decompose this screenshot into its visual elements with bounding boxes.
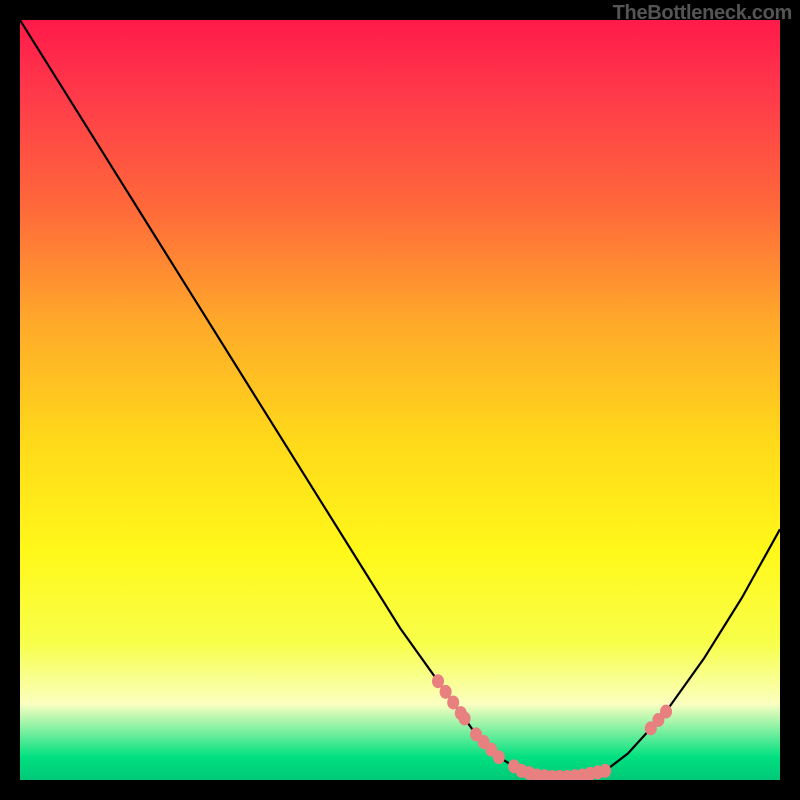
data-point xyxy=(599,764,611,778)
data-point xyxy=(660,705,672,719)
data-points xyxy=(432,674,672,780)
chart-background xyxy=(20,20,780,780)
watermark-text: TheBottleneck.com xyxy=(613,2,792,25)
curve-line xyxy=(20,20,780,777)
data-point xyxy=(459,711,471,725)
data-point xyxy=(493,750,505,764)
bottleneck-curve-chart xyxy=(20,20,780,780)
